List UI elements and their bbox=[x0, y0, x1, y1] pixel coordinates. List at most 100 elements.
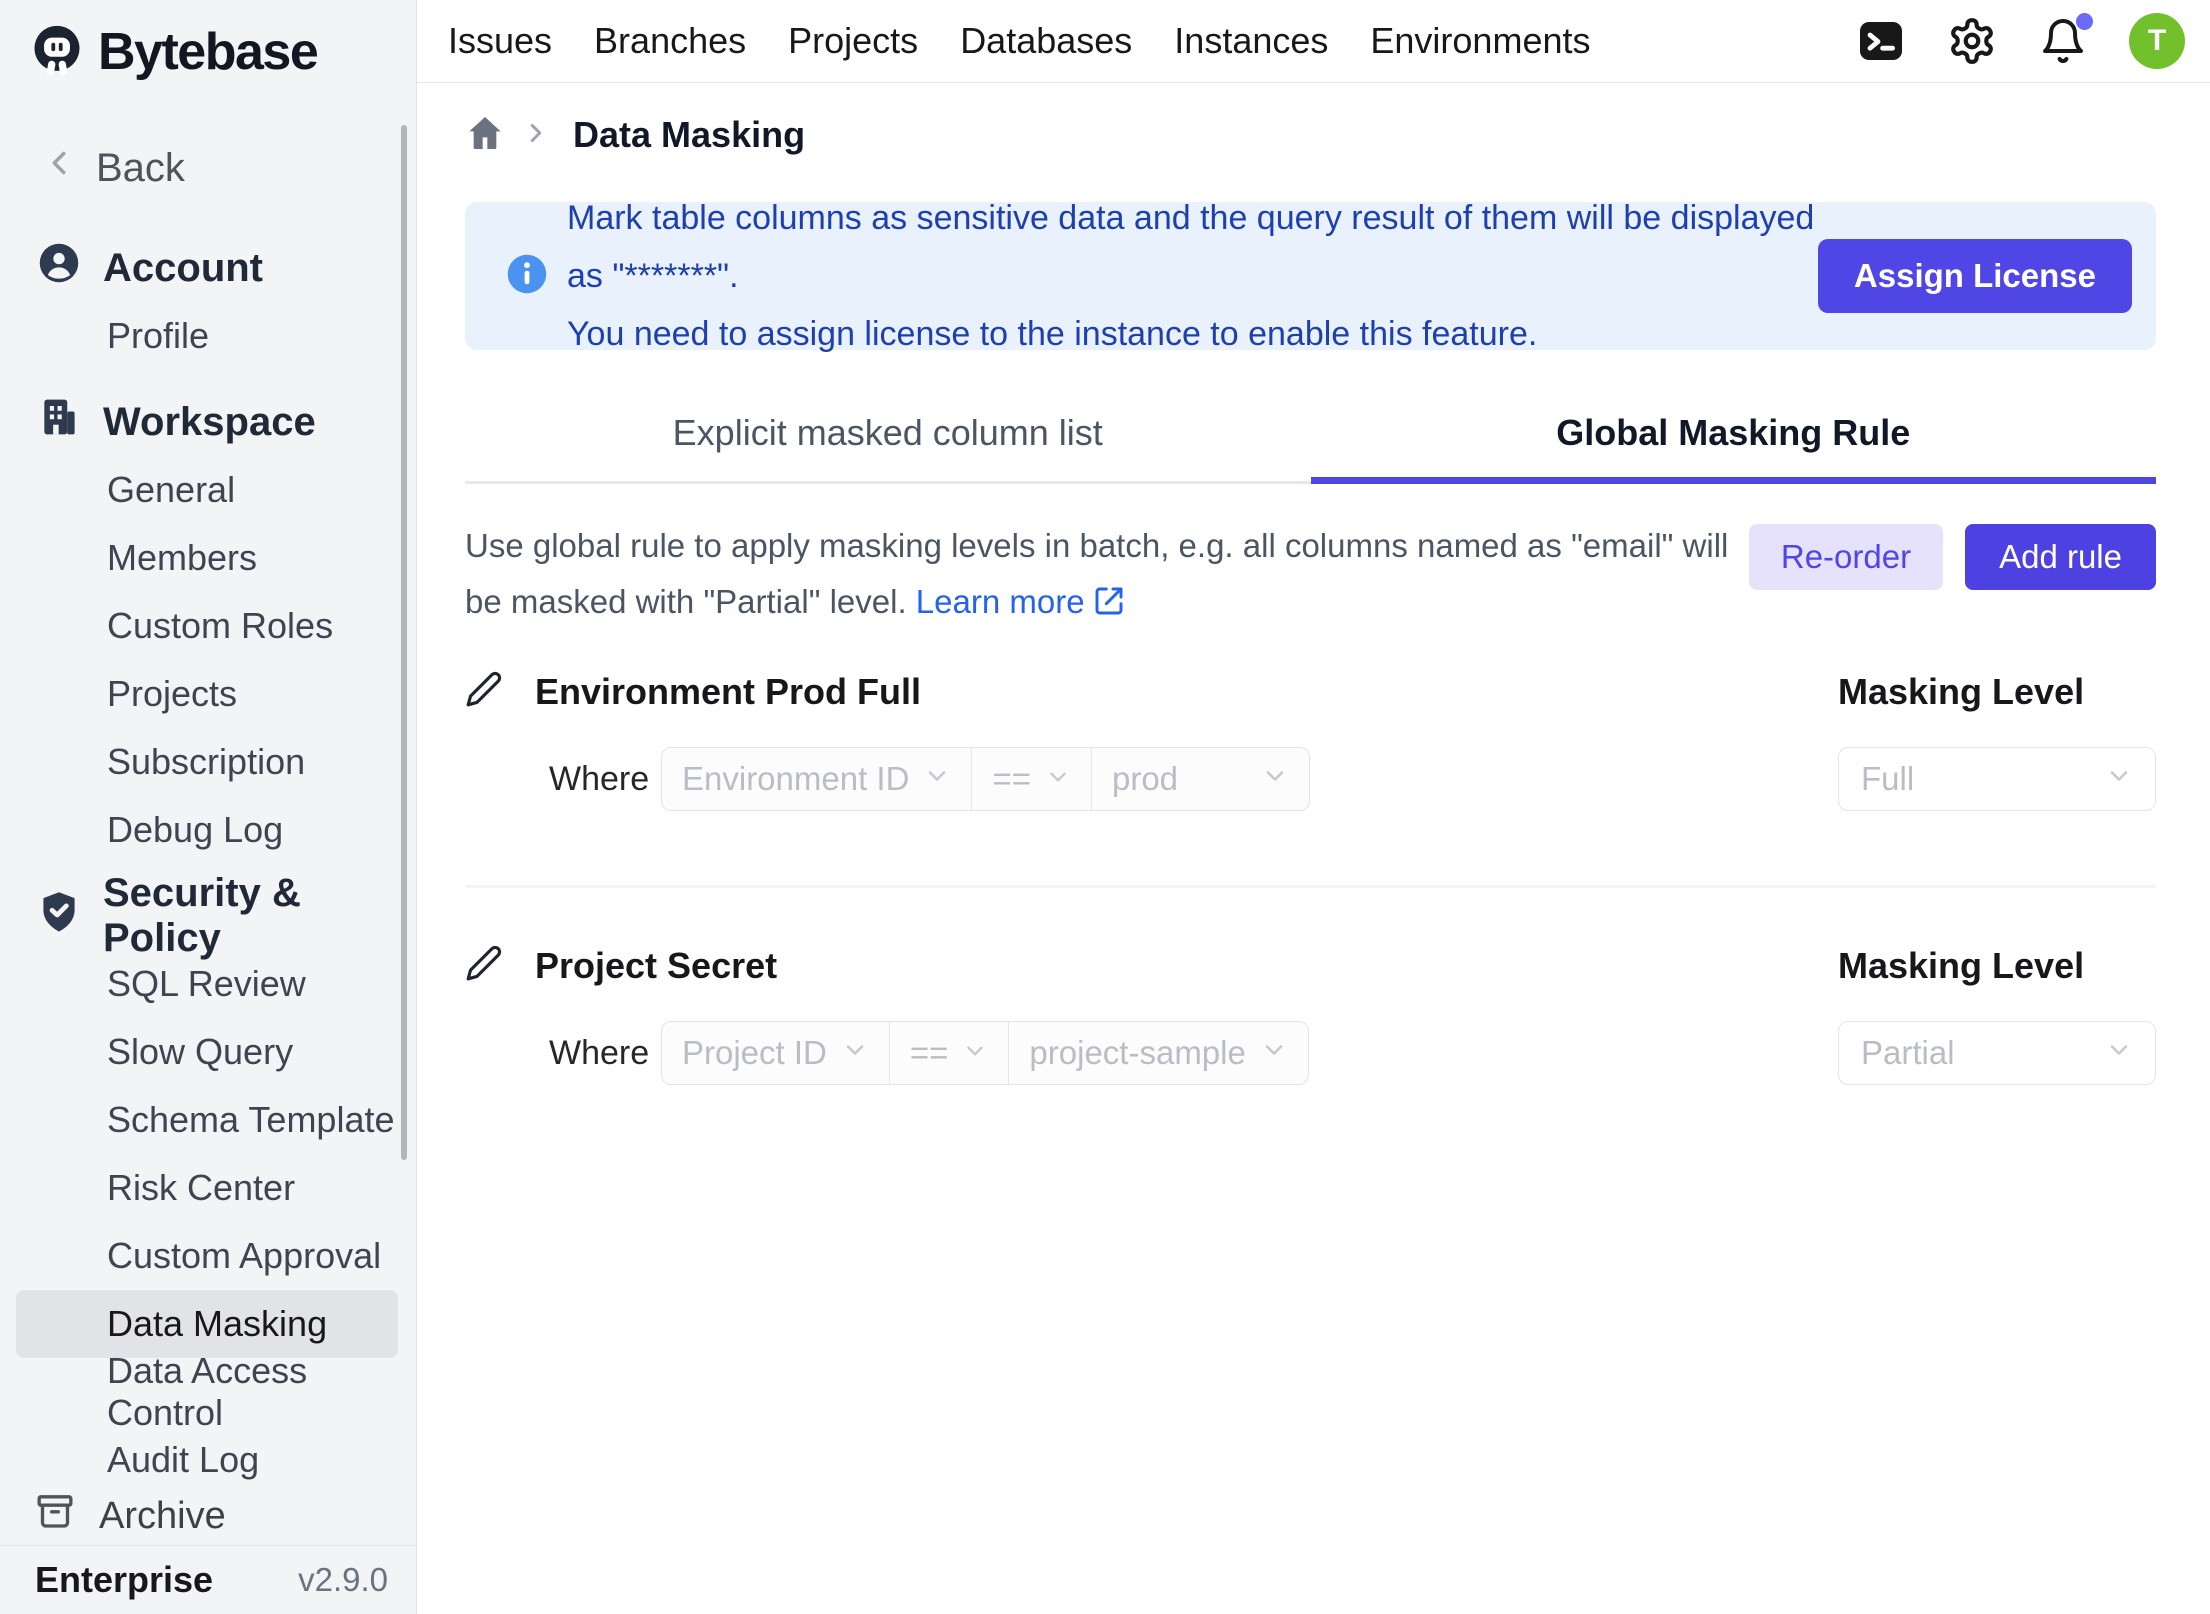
masking-level-select[interactable]: Partial bbox=[1838, 1021, 2156, 1085]
sidebar-item-custom-approval[interactable]: Custom Approval bbox=[16, 1222, 398, 1290]
chevron-down-icon bbox=[2105, 760, 2133, 798]
condition-operator-value: == bbox=[910, 1034, 949, 1072]
masking-level-header: Masking Level bbox=[1838, 671, 2156, 713]
user-circle-icon bbox=[37, 241, 81, 295]
condition-select-group: Environment ID == prod bbox=[661, 747, 1310, 811]
brand-logo[interactable]: Bytebase bbox=[0, 0, 416, 104]
top-navbar: Issues Branches Projects Databases Insta… bbox=[417, 0, 2210, 83]
chevron-down-icon bbox=[1045, 760, 1071, 798]
section-header-workspace: Workspace bbox=[0, 388, 416, 456]
where-label: Where bbox=[549, 1034, 639, 1073]
sidebar-item-debug-log[interactable]: Debug Log bbox=[16, 796, 398, 864]
nav-projects[interactable]: Projects bbox=[788, 20, 918, 62]
chevron-down-icon bbox=[841, 1034, 869, 1072]
learn-more-link[interactable]: Learn more bbox=[916, 583, 1125, 620]
notification-badge bbox=[2076, 13, 2093, 30]
sidebar-item-subscription[interactable]: Subscription bbox=[16, 728, 398, 796]
top-icons: T bbox=[1857, 13, 2185, 69]
section-security-policy: Security & Policy SQL Review Slow Query … bbox=[0, 882, 416, 1487]
rules-description: Use global rule to apply masking levels … bbox=[465, 518, 1729, 634]
condition-field-value: Project ID bbox=[682, 1034, 827, 1072]
section-account: Account Profile bbox=[0, 234, 416, 370]
gear-icon[interactable] bbox=[1947, 16, 1997, 66]
rules-toolbar: Use global rule to apply masking levels … bbox=[465, 518, 2156, 634]
info-icon bbox=[505, 252, 549, 301]
rule-header: Environment Prod Full Masking Level bbox=[465, 670, 2156, 713]
section-label: Security & Policy bbox=[103, 871, 416, 961]
page-content: Data Masking Mark table columns as sensi… bbox=[417, 83, 2210, 1614]
masking-level-select[interactable]: Full bbox=[1838, 747, 2156, 811]
sidebar-scrollbar[interactable] bbox=[401, 125, 407, 1160]
back-button[interactable]: Back bbox=[0, 140, 416, 196]
app-window: Bytebase Back Account bbox=[0, 0, 2210, 1614]
condition-value-select[interactable]: project-sample bbox=[1008, 1022, 1307, 1084]
section-header-security-policy: Security & Policy bbox=[0, 882, 416, 950]
condition-operator-select[interactable]: == bbox=[889, 1022, 1009, 1084]
rule-header: Project Secret Masking Level bbox=[465, 944, 2156, 987]
nav-databases[interactable]: Databases bbox=[960, 20, 1132, 62]
archive-icon bbox=[35, 1491, 75, 1541]
section-label: Workspace bbox=[103, 400, 316, 445]
sql-editor-terminal-icon[interactable] bbox=[1857, 17, 1905, 65]
pencil-edit-icon[interactable] bbox=[465, 670, 503, 713]
settings-sidebar: Bytebase Back Account bbox=[0, 0, 417, 1614]
main-area: Issues Branches Projects Databases Insta… bbox=[417, 0, 2210, 1614]
sidebar-item-projects[interactable]: Projects bbox=[16, 660, 398, 728]
chevron-left-icon bbox=[40, 144, 78, 192]
rule-title: Environment Prod Full bbox=[535, 671, 1838, 713]
plan-label: Enterprise bbox=[35, 1559, 213, 1601]
condition-operator-select[interactable]: == bbox=[971, 748, 1091, 810]
back-label: Back bbox=[96, 146, 185, 191]
tab-explicit-masked-column-list[interactable]: Explicit masked column list bbox=[465, 392, 1311, 484]
nav-instances[interactable]: Instances bbox=[1174, 20, 1328, 62]
sidebar-item-schema-template[interactable]: Schema Template bbox=[16, 1086, 398, 1154]
sidebar-item-slow-query[interactable]: Slow Query bbox=[16, 1018, 398, 1086]
sidebar-item-custom-roles[interactable]: Custom Roles bbox=[16, 592, 398, 660]
sidebar-item-archive[interactable]: Archive bbox=[0, 1487, 416, 1545]
pencil-edit-icon[interactable] bbox=[465, 944, 503, 987]
banner-line2: You need to assign license to the instan… bbox=[567, 305, 1818, 363]
rule-title: Project Secret bbox=[535, 945, 1838, 987]
chevron-down-icon bbox=[1261, 760, 1289, 798]
masking-level-value: Full bbox=[1861, 760, 1914, 798]
bell-icon[interactable] bbox=[2039, 17, 2087, 65]
nav-branches[interactable]: Branches bbox=[594, 20, 746, 62]
condition-select-group: Project ID == project-sample bbox=[661, 1021, 1309, 1085]
sidebar-nav: Account Profile bbox=[0, 196, 416, 1487]
sidebar-item-risk-center[interactable]: Risk Center bbox=[16, 1154, 398, 1222]
sidebar-item-members[interactable]: Members bbox=[16, 524, 398, 592]
condition-value: project-sample bbox=[1029, 1034, 1245, 1072]
condition-value: prod bbox=[1112, 760, 1178, 798]
condition-operator-value: == bbox=[992, 760, 1031, 798]
chevron-down-icon bbox=[2105, 1034, 2133, 1072]
masking-level-header: Masking Level bbox=[1838, 945, 2156, 987]
rule-condition-row: Where Environment ID == prod bbox=[465, 747, 2156, 811]
sidebar-item-audit-log[interactable]: Audit Log bbox=[16, 1426, 398, 1487]
home-icon[interactable] bbox=[465, 113, 505, 158]
condition-field-select[interactable]: Project ID bbox=[662, 1022, 889, 1084]
sidebar-item-profile[interactable]: Profile bbox=[16, 302, 398, 370]
rules-actions: Re-order Add rule bbox=[1749, 524, 2156, 590]
reorder-button[interactable]: Re-order bbox=[1749, 524, 1943, 590]
condition-value-select[interactable]: prod bbox=[1091, 748, 1309, 810]
sidebar-item-data-masking[interactable]: Data Masking bbox=[16, 1290, 398, 1358]
sidebar-item-general[interactable]: General bbox=[16, 456, 398, 524]
avatar[interactable]: T bbox=[2129, 13, 2185, 69]
condition-field-value: Environment ID bbox=[682, 760, 909, 798]
learn-more-label: Learn more bbox=[916, 583, 1085, 620]
chevron-right-icon bbox=[521, 118, 551, 153]
building-icon bbox=[37, 395, 81, 449]
license-banner: Mark table columns as sensitive data and… bbox=[465, 202, 2156, 350]
shield-check-icon bbox=[37, 889, 81, 943]
nav-issues[interactable]: Issues bbox=[448, 20, 552, 62]
brand-wordmark: Bytebase bbox=[98, 22, 317, 82]
assign-license-button[interactable]: Assign License bbox=[1818, 239, 2132, 313]
nav-environments[interactable]: Environments bbox=[1370, 20, 1590, 62]
tab-global-masking-rule[interactable]: Global Masking Rule bbox=[1311, 392, 2157, 484]
condition-field-select[interactable]: Environment ID bbox=[662, 748, 971, 810]
rule-divider bbox=[465, 885, 2156, 888]
sidebar-item-data-access-control[interactable]: Data Access Control bbox=[16, 1358, 398, 1426]
chevron-down-icon bbox=[923, 760, 951, 798]
bytebase-mascot-icon bbox=[30, 23, 84, 82]
add-rule-button[interactable]: Add rule bbox=[1965, 524, 2156, 590]
